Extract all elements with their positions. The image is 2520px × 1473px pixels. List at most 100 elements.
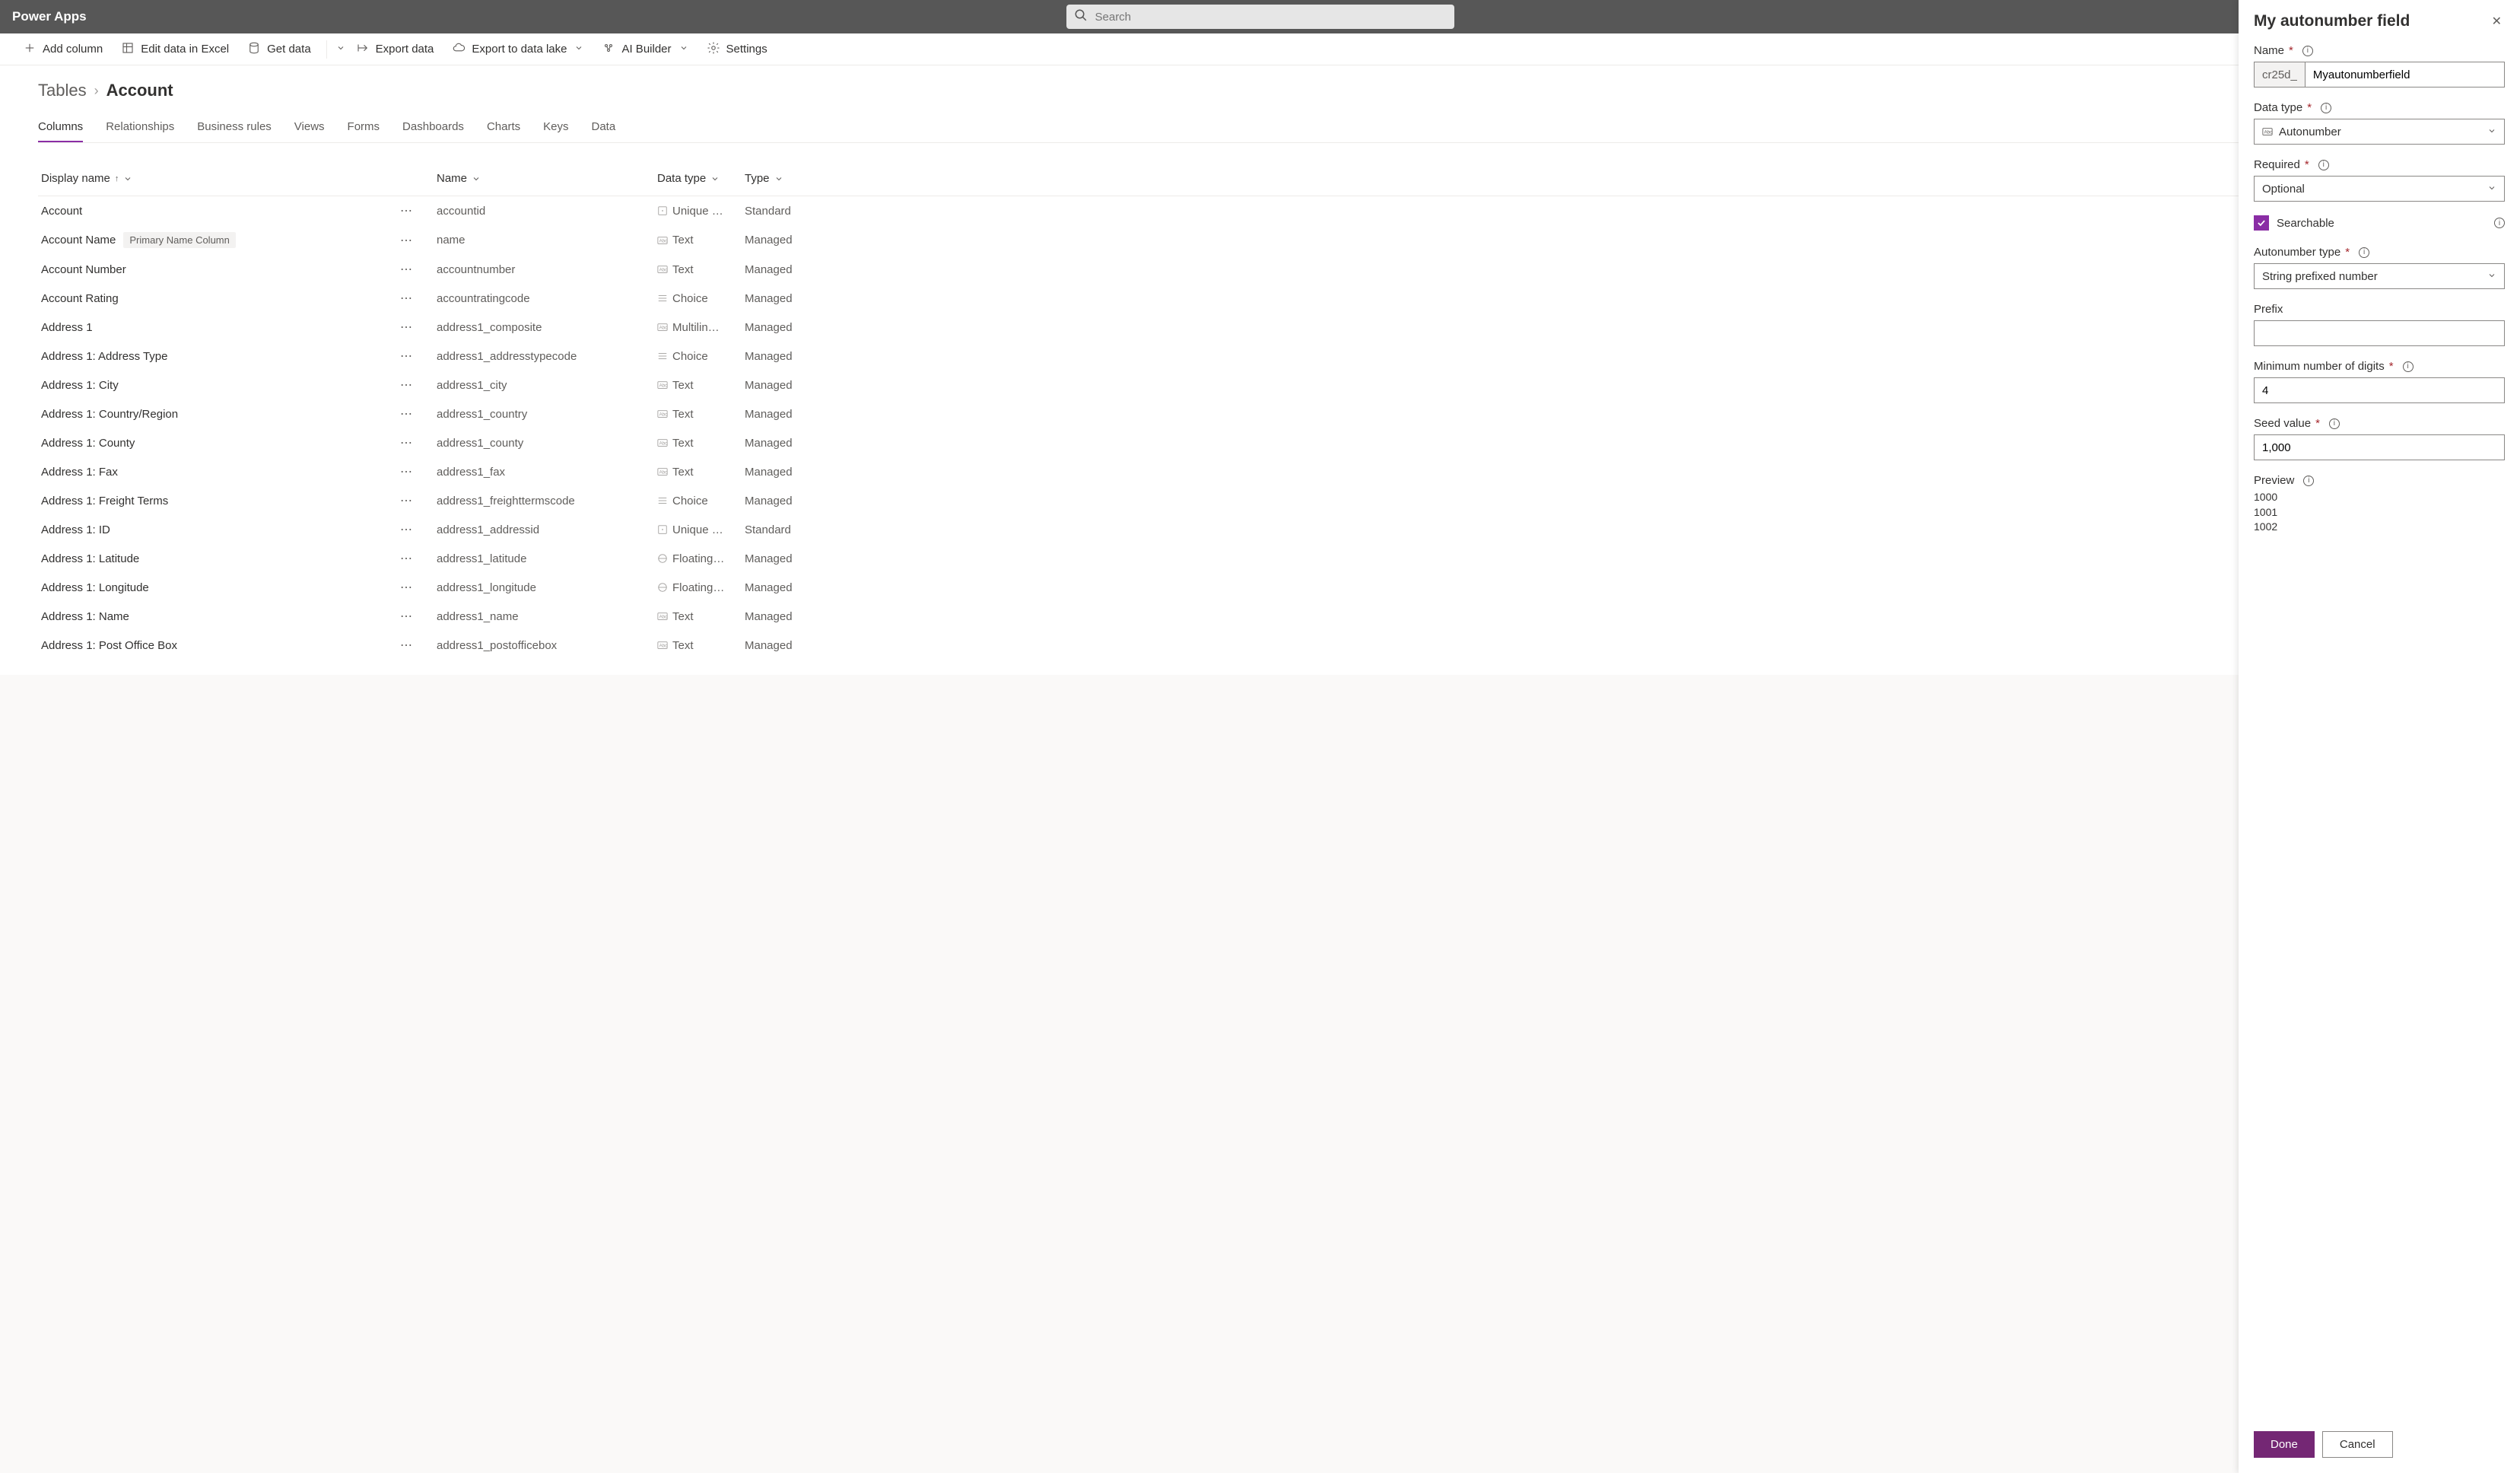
table-row[interactable]: Address 1: ID ⋯ address1_addressid Uniqu… [38,515,2482,544]
tab-data[interactable]: Data [591,113,615,142]
table-row[interactable]: Address 1: Address Type ⋯ address1_addre… [38,342,2482,371]
row-more-button[interactable]: ⋯ [400,609,437,624]
export-icon [356,41,370,58]
required-select[interactable]: Optional [2254,176,2505,202]
table-row[interactable]: Account Number ⋯ accountnumber Text Mana… [38,255,2482,284]
export-lake-button[interactable]: Export to data lake [444,37,591,62]
info-icon[interactable]: i [2318,160,2329,170]
datatype-select[interactable]: Autonumber [2254,119,2505,145]
row-more-button[interactable]: ⋯ [400,406,437,422]
column-type: Standard [745,523,821,536]
searchable-checkbox[interactable] [2254,215,2269,231]
table-row[interactable]: Account Name Primary Name Column ⋯ name … [38,225,2482,255]
search-input[interactable] [1088,11,1447,24]
text-icon [657,235,668,246]
table-row[interactable]: Address 1: Country/Region ⋯ address1_cou… [38,399,2482,428]
info-icon[interactable]: i [2403,361,2414,372]
export-data-label: Export data [376,43,434,56]
row-more-button[interactable]: ⋯ [400,638,437,653]
row-more-button[interactable]: ⋯ [400,464,437,479]
tab-dashboards[interactable]: Dashboards [402,113,464,142]
tab-keys[interactable]: Keys [543,113,568,142]
name-input-group: cr25d_ [2254,62,2505,87]
row-more-button[interactable]: ⋯ [400,551,437,566]
close-button[interactable]: ✕ [2489,11,2505,32]
display-name: Address 1: Address Type [41,350,168,363]
row-more-button[interactable]: ⋯ [400,348,437,364]
display-name: Address 1: Post Office Box [41,639,177,652]
name-label: Name* i [2254,44,2505,57]
mindigits-input[interactable] [2262,384,2496,397]
gear-icon [707,41,720,58]
info-icon[interactable]: i [2303,476,2314,486]
table-row[interactable]: Address 1: Latitude ⋯ address1_latitude … [38,544,2482,573]
header-name[interactable]: Name [437,172,657,185]
column-type: Managed [745,292,821,305]
chevron-down-icon [2487,183,2496,196]
prefix-input[interactable] [2262,327,2496,340]
display-name: Account Number [41,263,126,276]
table-row[interactable]: Address 1: City ⋯ address1_city Text Man… [38,371,2482,399]
table-row[interactable]: Address 1: County ⋯ address1_county Text… [38,428,2482,457]
global-search[interactable] [1066,5,1454,29]
chevron-down-icon [2487,270,2496,283]
row-more-button[interactable]: ⋯ [400,291,437,306]
display-name: Address 1 [41,321,93,334]
tab-business-rules[interactable]: Business rules [197,113,272,142]
row-more-button[interactable]: ⋯ [400,435,437,450]
info-icon[interactable]: i [2329,418,2340,429]
edit-excel-button[interactable]: Edit data in Excel [113,37,237,62]
tab-charts[interactable]: Charts [487,113,520,142]
table-row[interactable]: Address 1: Name ⋯ address1_name Text Man… [38,602,2482,631]
tab-columns[interactable]: Columns [38,113,83,142]
table-row[interactable]: Address 1: Freight Terms ⋯ address1_frei… [38,486,2482,515]
ai-builder-button[interactable]: AI Builder [594,37,695,62]
row-more-button[interactable]: ⋯ [400,522,437,537]
table-row[interactable]: Account Rating ⋯ accountratingcode Choic… [38,284,2482,313]
tab-forms[interactable]: Forms [348,113,380,142]
add-column-button[interactable]: Add column [15,37,110,62]
row-more-button[interactable]: ⋯ [400,233,437,248]
column-type: Managed [745,581,821,594]
table-row[interactable]: Address 1: Post Office Box ⋯ address1_po… [38,631,2482,660]
chevron-down-icon [472,174,481,183]
header-type[interactable]: Type [745,172,821,185]
text-icon [657,466,668,477]
table-row[interactable]: Address 1 ⋯ address1_composite Multilin…… [38,313,2482,342]
row-more-button[interactable]: ⋯ [400,493,437,508]
done-button[interactable]: Done [2254,1431,2315,1458]
column-type: Managed [745,437,821,450]
table-row[interactable]: Address 1: Fax ⋯ address1_fax Text Manag… [38,457,2482,486]
breadcrumb-parent[interactable]: Tables [38,81,87,100]
row-more-button[interactable]: ⋯ [400,580,437,595]
display-name: Address 1: County [41,437,135,450]
display-name: Address 1: ID [41,523,110,536]
row-more-button[interactable]: ⋯ [400,377,437,393]
autotype-select[interactable]: String prefixed number [2254,263,2505,289]
info-icon[interactable]: i [2321,103,2331,113]
column-type: Managed [745,466,821,479]
tab-relationships[interactable]: Relationships [106,113,174,142]
settings-button[interactable]: Settings [699,37,775,62]
seed-input[interactable] [2262,441,2496,454]
row-more-button[interactable]: ⋯ [400,203,437,218]
primary-name-badge: Primary Name Column [123,232,235,248]
header-display-name[interactable]: Display name ↑ [41,172,437,185]
info-icon[interactable]: i [2302,46,2313,56]
column-type: Managed [745,639,821,652]
get-data-chevron[interactable] [336,43,345,56]
info-icon[interactable]: i [2494,218,2505,228]
table-row[interactable]: Address 1: Longitude ⋯ address1_longitud… [38,573,2482,602]
table-row[interactable]: Account ⋯ accountid Unique … Standard [38,196,2482,225]
row-more-button[interactable]: ⋯ [400,320,437,335]
get-data-button[interactable]: Get data [240,37,319,62]
export-data-button[interactable]: Export data [348,37,442,62]
info-icon[interactable]: i [2359,247,2369,258]
name-input[interactable] [2305,62,2504,87]
cancel-button[interactable]: Cancel [2322,1431,2393,1458]
header-data-type[interactable]: Data type [657,172,745,185]
tab-views[interactable]: Views [294,113,325,142]
display-name: Address 1: Latitude [41,552,139,565]
row-more-button[interactable]: ⋯ [400,262,437,277]
chevron-down-icon [710,174,720,183]
